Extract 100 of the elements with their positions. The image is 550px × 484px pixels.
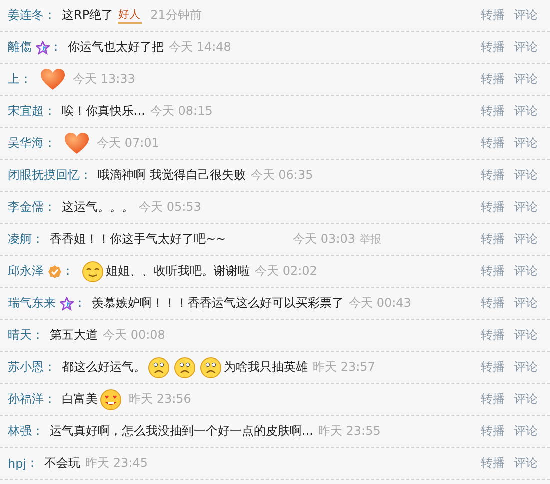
star-icon xyxy=(60,296,74,310)
comment-text: 你运气也太好了把 xyxy=(68,39,164,56)
action-link[interactable]: 转播 xyxy=(481,71,505,88)
comment-text: 姐姐、、收听我吧。谢谢啦 xyxy=(106,263,250,280)
user-name[interactable]: 吴华海 xyxy=(8,135,44,152)
tag-label: 好人 xyxy=(118,7,142,24)
colon: ： xyxy=(32,423,44,440)
action-link[interactable]: 评论 xyxy=(514,231,538,248)
timestamp: 今天 05:53 xyxy=(139,199,202,216)
colon: ： xyxy=(80,167,92,184)
action-link[interactable]: 评论 xyxy=(514,199,538,216)
colon: ： xyxy=(44,135,56,152)
colon: ： xyxy=(50,39,62,56)
colon: ： xyxy=(32,231,44,248)
user-name[interactable]: 孙福洋 xyxy=(8,391,44,408)
user-name[interactable]: 宋宜超 xyxy=(8,103,44,120)
action-link[interactable]: 转播 xyxy=(481,7,505,24)
action-link[interactable]: 转播 xyxy=(481,455,505,472)
timestamp: 今天 14:48 xyxy=(169,39,232,56)
comment-text: 哦滴神啊 我觉得自己很失败 xyxy=(98,167,246,184)
comment-text: 这运气。。。 xyxy=(62,199,134,216)
user-name[interactable]: 李金儒 xyxy=(8,199,44,216)
comment-text: 为啥我只抽英雄 xyxy=(224,359,308,376)
comment-text: 第五大道 xyxy=(50,327,98,344)
action-link[interactable]: 转播 xyxy=(481,359,505,376)
user-name[interactable]: 瑞气东来 xyxy=(8,295,56,312)
comment-text: 运气真好啊，怎么我没抽到一个好一点的皮肤啊... xyxy=(50,423,314,440)
comment-text: 都这么好运气。 xyxy=(62,359,146,376)
user-name[interactable]: 凌舸 xyxy=(8,231,32,248)
colon: ： xyxy=(20,71,32,88)
colon: ： xyxy=(44,391,56,408)
heart-icon xyxy=(40,68,66,90)
action-link[interactable]: 转播 xyxy=(481,295,505,312)
comment-text: 唉！你真快乐... xyxy=(62,103,146,120)
comment-text: 白富美 xyxy=(62,391,98,408)
comment-text: 羡慕嫉妒啊！！！香香运气这么好可以买彩票了 xyxy=(92,295,344,312)
timestamp: 今天 13:33 xyxy=(73,71,136,88)
colon: ： xyxy=(32,327,44,344)
colon: ： xyxy=(44,199,56,216)
smiling-face-icon xyxy=(82,260,104,282)
timestamp: 今天 00:43 xyxy=(349,295,412,312)
action-link[interactable]: 评论 xyxy=(514,327,538,344)
sad-face-icon xyxy=(174,356,196,378)
user-name[interactable]: 姜连冬 xyxy=(8,7,44,24)
action-link[interactable]: 评论 xyxy=(514,295,538,312)
action-link[interactable]: 评论 xyxy=(514,391,538,408)
user-name[interactable]: 林强 xyxy=(8,423,32,440)
action-link[interactable]: 评论 xyxy=(514,103,538,120)
sad-face-icon xyxy=(148,356,170,378)
timestamp: 今天 00:08 xyxy=(103,327,166,344)
action-link[interactable]: 评论 xyxy=(514,167,538,184)
colon: ： xyxy=(44,7,56,24)
report-link[interactable]: 举报 xyxy=(360,232,382,247)
action-link[interactable]: 转播 xyxy=(481,135,505,152)
heart-icon xyxy=(64,132,90,154)
comment-text: 不会玩 xyxy=(44,455,81,472)
user-name[interactable]: 闭眼抚摸回忆 xyxy=(8,167,80,184)
user-name[interactable]: 苏小恩 xyxy=(8,359,44,376)
colon: ： xyxy=(62,263,74,280)
verified-badge-icon xyxy=(48,264,62,278)
heart-eyes-face-icon xyxy=(100,388,122,410)
action-link[interactable]: 转播 xyxy=(481,327,505,344)
action-link[interactable]: 评论 xyxy=(514,423,538,440)
action-link[interactable]: 转播 xyxy=(481,199,505,216)
action-link[interactable]: 评论 xyxy=(514,359,538,376)
action-link[interactable]: 转播 xyxy=(481,423,505,440)
comment-text: 香香姐！！你这手气太好了吧~~ xyxy=(50,231,226,248)
timestamp: 今天 06:35 xyxy=(250,167,314,184)
action-link[interactable]: 评论 xyxy=(514,135,538,152)
comment-text: 这RP绝了 xyxy=(62,7,114,24)
colon: ： xyxy=(44,103,56,120)
user-name[interactable]: hpj xyxy=(8,456,27,470)
action-link[interactable]: 转播 xyxy=(481,167,505,184)
timestamp: 今天 03:03 xyxy=(293,231,356,248)
timestamp: 21分钟前 xyxy=(150,7,202,24)
timestamp: 今天 08:15 xyxy=(150,103,213,120)
user-name[interactable]: 上 xyxy=(8,71,20,88)
user-name[interactable]: 邱永泽 xyxy=(8,263,44,280)
timestamp: 昨天 23:56 xyxy=(129,391,192,408)
sad-face-icon xyxy=(200,356,222,378)
action-link[interactable]: 转播 xyxy=(481,263,505,280)
colon: ： xyxy=(44,359,56,376)
colon: ： xyxy=(26,455,39,472)
action-link[interactable]: 评论 xyxy=(514,455,538,472)
action-link[interactable]: 评论 xyxy=(514,263,538,280)
action-link[interactable]: 转播 xyxy=(481,103,505,120)
colon: ： xyxy=(74,295,86,312)
star-icon xyxy=(36,40,50,54)
action-link[interactable]: 评论 xyxy=(514,7,538,24)
user-name[interactable]: 晴天 xyxy=(8,327,32,344)
timestamp: 昨天 23:55 xyxy=(318,423,381,440)
timestamp: 今天 02:02 xyxy=(255,263,318,280)
user-name[interactable]: 離傷 xyxy=(8,39,32,56)
action-link[interactable]: 转播 xyxy=(481,39,505,56)
timestamp: 昨天 23:57 xyxy=(313,359,376,376)
action-link[interactable]: 评论 xyxy=(514,71,538,88)
action-link[interactable]: 转播 xyxy=(481,391,505,408)
action-link[interactable]: 转播 xyxy=(481,231,505,248)
timestamp: 今天 07:01 xyxy=(97,135,160,152)
action-link[interactable]: 评论 xyxy=(514,39,538,56)
